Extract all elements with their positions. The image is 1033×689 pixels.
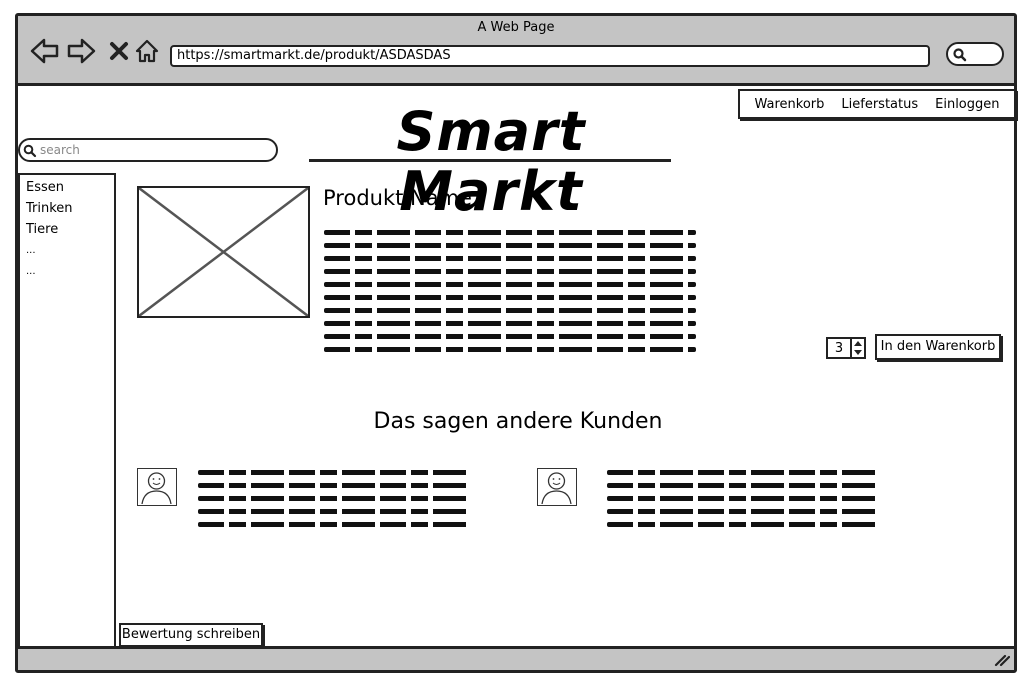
window-title: A Web Page [477, 20, 555, 35]
site-logo[interactable]: Smart Markt [311, 102, 671, 222]
home-icon[interactable] [132, 36, 162, 66]
close-x-icon[interactable] [104, 36, 134, 66]
avatar-icon [137, 468, 177, 506]
avatar-icon [537, 468, 577, 506]
add-to-cart-button[interactable]: In den Warenkorb [875, 334, 1001, 360]
search-icon [23, 144, 37, 158]
url-bar[interactable]: https://smartmarkt.de/produkt/ASDASDAS [170, 45, 930, 67]
review-2-text-scribble [607, 470, 879, 545]
browser-window: A Web Page https://smartmarkt.de/produkt… [15, 13, 1017, 673]
top-nav: Warenkorb Lieferstatus Einloggen [738, 89, 1016, 119]
quantity-value: 3 [834, 340, 844, 356]
forward-arrow-icon[interactable] [66, 36, 96, 66]
resize-grip-icon[interactable] [994, 653, 1010, 667]
reviews-heading: Das sagen andere Kunden [373, 409, 663, 434]
logo-underline [309, 159, 671, 162]
stepper-arrows-icon[interactable] [850, 339, 864, 357]
search-placeholder: search [40, 143, 80, 157]
browser-titlebar: A Web Page https://smartmarkt.de/produkt… [18, 16, 1014, 86]
sidebar-item-essen[interactable]: Essen [26, 177, 108, 198]
quantity-stepper[interactable]: 3 [826, 337, 866, 359]
browser-statusbar [18, 646, 1014, 670]
product-image-placeholder [137, 186, 310, 318]
nav-login-link[interactable]: Einloggen [935, 97, 999, 112]
write-review-button[interactable]: Bewertung schreiben [119, 623, 263, 647]
browser-search-button[interactable] [946, 42, 1004, 66]
sidebar-item-more-2[interactable]: ... [26, 261, 108, 282]
back-arrow-icon[interactable] [30, 36, 60, 66]
review-1-text-scribble [198, 470, 470, 545]
sidebar-item-more-1[interactable]: ... [26, 240, 108, 261]
sidebar-item-trinken[interactable]: Trinken [26, 198, 108, 219]
product-name: Produkt Name [323, 186, 472, 210]
sidebar-item-tiere[interactable]: Tiere [26, 219, 108, 240]
category-sidebar: Essen Trinken Tiere ... ... [18, 173, 116, 648]
nav-delivery-link[interactable]: Lieferstatus [841, 97, 918, 112]
search-icon [953, 48, 967, 62]
nav-cart-link[interactable]: Warenkorb [755, 97, 825, 112]
product-description-scribble [324, 230, 696, 370]
search-input[interactable]: search [18, 138, 278, 162]
